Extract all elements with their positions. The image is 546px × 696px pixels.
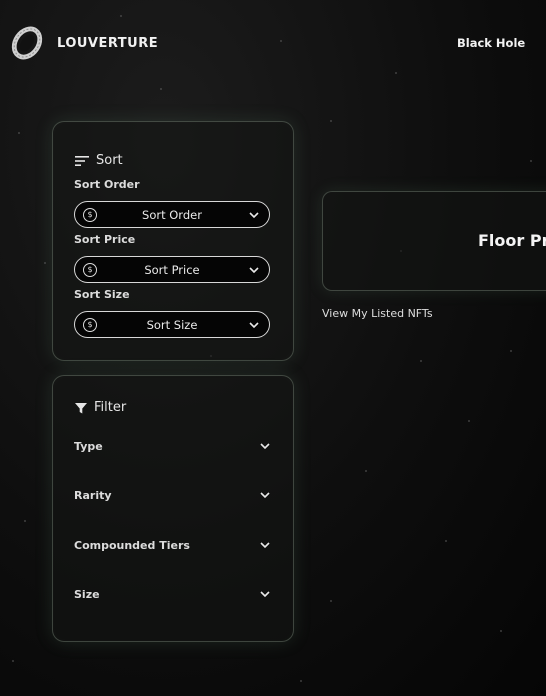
sort-panel: Sort Sort Order $ Sort Order Sort Price … [52, 121, 294, 361]
dollar-coin-icon: $ [83, 262, 97, 277]
filter-header: Filter [75, 400, 126, 415]
filter-rarity-label: Rarity [74, 488, 112, 502]
dollar-coin-icon: $ [83, 207, 97, 222]
chevron-down-icon[interactable] [258, 439, 272, 453]
chevron-down-icon [249, 211, 259, 218]
sort-price-select[interactable]: $ Sort Price [74, 256, 270, 283]
filter-size-label: Size [74, 587, 100, 601]
sort-price-value: Sort Price [144, 262, 200, 277]
filter-row-rarity[interactable]: Rarity [74, 485, 272, 505]
filter-row-type[interactable]: Type [74, 436, 272, 456]
chevron-down-icon [249, 321, 259, 328]
black-hole-ring-logo-icon [11, 26, 43, 60]
sort-size-label: Sort Size [74, 288, 130, 301]
sort-order-select[interactable]: $ Sort Order [74, 201, 270, 228]
chevron-down-icon[interactable] [258, 488, 272, 502]
sort-header: Sort [75, 153, 123, 168]
filter-row-compounded-tiers[interactable]: Compounded Tiers [74, 535, 272, 555]
sort-price-label: Sort Price [74, 233, 136, 246]
chevron-down-icon[interactable] [258, 587, 272, 601]
brand-name[interactable]: LOUVERTURE [57, 36, 158, 51]
nav-link-black-hole[interactable]: Black Hole [457, 36, 525, 50]
filter-panel: Filter Type Rarity Compounded Tiers Size [52, 375, 294, 642]
funnel-icon [75, 402, 87, 413]
sort-title: Sort [96, 153, 123, 168]
filter-type-label: Type [74, 439, 103, 453]
sort-size-value: Sort Size [146, 317, 198, 332]
filter-title: Filter [94, 400, 127, 415]
sort-size-select[interactable]: $ Sort Size [74, 311, 270, 338]
dollar-coin-icon: $ [83, 317, 97, 332]
floor-price-title: Floor Pri [478, 231, 546, 250]
filter-compounded-tiers-label: Compounded Tiers [74, 538, 190, 552]
floor-price-card: Floor Pri [322, 191, 546, 291]
sort-order-label: Sort Order [74, 178, 140, 191]
sort-lines-icon [75, 155, 89, 166]
sort-order-value: Sort Order [142, 207, 202, 222]
chevron-down-icon [249, 266, 259, 273]
chevron-down-icon[interactable] [258, 538, 272, 552]
brand-logo[interactable] [8, 24, 46, 62]
filter-row-size[interactable]: Size [74, 584, 272, 604]
view-my-listed-nfts-link[interactable]: View My Listed NFTs [322, 307, 433, 320]
